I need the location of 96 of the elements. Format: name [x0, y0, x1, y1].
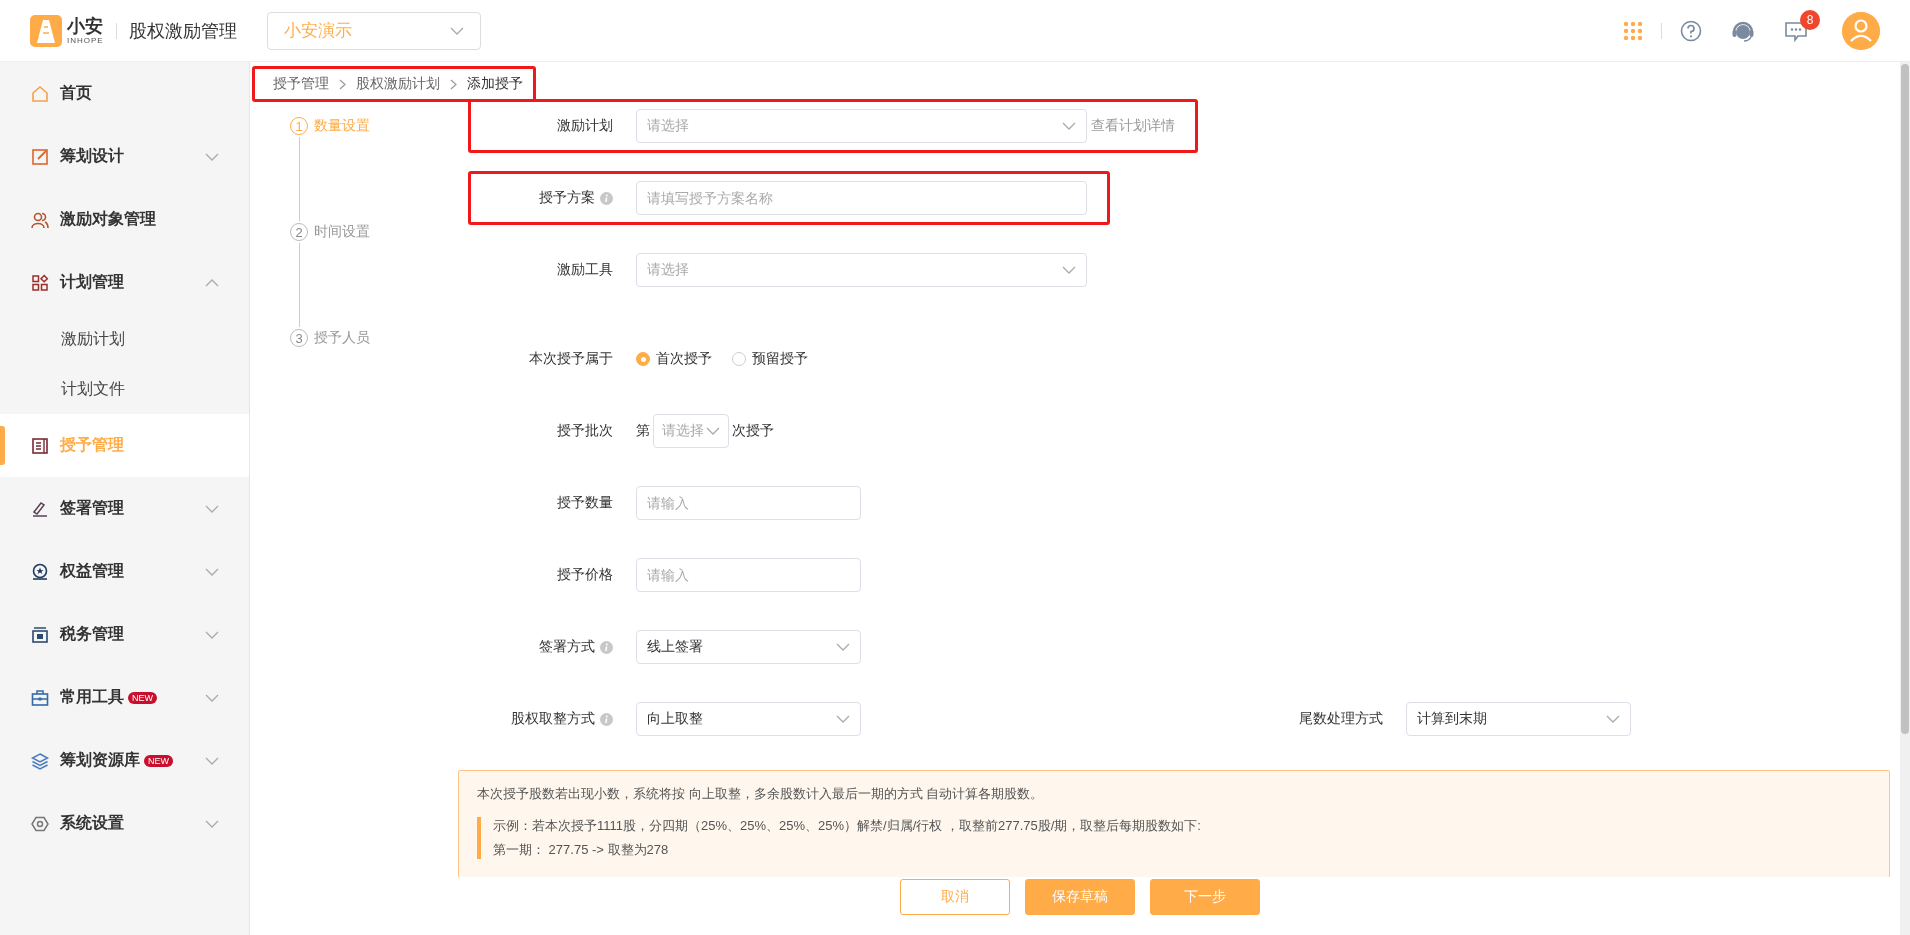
sidebar-label: 首页 [60, 83, 92, 103]
menu-icon [30, 561, 50, 582]
chevron-icon [205, 819, 219, 828]
scrollbar[interactable] [1900, 62, 1910, 935]
submenu-item[interactable]: 激励计划 [0, 314, 249, 364]
select-field[interactable]: 计算到末期 [1406, 702, 1631, 736]
field-label: 激励工具 [557, 261, 613, 279]
sidebar-label: 系统设置 [60, 813, 124, 833]
radio-option[interactable]: 首次授予 [636, 350, 712, 368]
example-text: 第一期： 277.75 -> 取整为278 [493, 841, 670, 859]
chevron-icon [205, 693, 219, 702]
menu-icon [30, 146, 50, 167]
chevron-icon [1606, 715, 1620, 723]
menu-icon [30, 750, 50, 771]
logo-text: 小安 [67, 16, 104, 36]
step-item: 1 数量设置 [290, 115, 480, 137]
sidebar-item[interactable]: 筹划设计 [0, 125, 249, 188]
radio-icon[interactable] [636, 352, 650, 366]
chevron-icon [449, 26, 464, 35]
avatar-icon[interactable] [1842, 11, 1880, 50]
sidebar-item[interactable]: 激励对象管理 [0, 188, 249, 251]
sidebar-label: 税务管理 [60, 624, 124, 644]
menu-icon [30, 624, 50, 645]
radio-icon[interactable] [732, 352, 746, 366]
new-badge: NEW [144, 754, 173, 767]
sidebar-label: 常用工具 [60, 687, 124, 707]
info-icon[interactable] [600, 640, 613, 654]
logo-icon [30, 14, 62, 47]
field-label: 股权取整方式 [511, 710, 595, 728]
chevron-icon [1062, 122, 1076, 130]
radio-label: 预留授予 [752, 350, 808, 368]
sidebar-label: 筹划资源库 [60, 750, 140, 770]
batch-suffix: 次授予 [732, 422, 774, 440]
chevron-icon [836, 643, 850, 651]
menu-icon [30, 435, 50, 456]
chevron-icon [205, 152, 219, 161]
chevron-icon [1062, 266, 1076, 274]
menu-icon [30, 272, 50, 293]
sidebar-item[interactable]: 签署管理 [0, 477, 249, 540]
sidebar-label: 签署管理 [60, 498, 124, 518]
chevron-icon [706, 427, 720, 435]
select-field[interactable]: 向上取整 [636, 702, 861, 736]
info-icon[interactable] [600, 712, 613, 726]
sidebar-label: 计划管理 [60, 272, 124, 292]
apps-grid-icon[interactable] [1623, 20, 1643, 41]
chevron-icon [205, 756, 219, 765]
menu-icon [30, 687, 50, 708]
chevron-icon [836, 715, 850, 723]
field-label: 授予价格 [557, 566, 613, 584]
field-label: 激励计划 [557, 117, 613, 135]
sidebar-item[interactable]: 筹划资源库 NEW [0, 729, 249, 792]
breadcrumb-separator-icon [450, 78, 457, 90]
select-field[interactable]: 线上签署 [636, 630, 861, 664]
chevron-icon [205, 567, 219, 576]
message-count-badge: 8 [1800, 9, 1820, 30]
sidebar-item[interactable]: 首页 [0, 62, 249, 125]
help-icon[interactable] [1680, 19, 1702, 42]
sidebar-label: 激励对象管理 [60, 209, 156, 229]
breadcrumb-item: 添加授予 [467, 75, 523, 93]
logo-subtext: INHOPE [67, 36, 104, 45]
step-item: 2 时间设置 [290, 221, 480, 243]
input-field[interactable]: 请填写授予方案名称 [636, 181, 1087, 215]
batch-prefix: 第 [636, 422, 650, 440]
breadcrumb-separator-icon [339, 78, 346, 90]
radio-option[interactable]: 预留授予 [732, 350, 808, 368]
field-label: 本次授予属于 [529, 350, 613, 368]
field-label: 授予方案 [539, 189, 595, 207]
message-icon[interactable] [1784, 19, 1808, 42]
step-item: 3 授予人员 [290, 327, 480, 349]
chevron-icon [205, 278, 219, 287]
chevron-icon [205, 504, 219, 513]
field-label: 尾数处理方式 [1299, 710, 1383, 728]
notice-text: 本次授予股数若出现小数，系统将按 向上取整，多余股数计入最后一期的方式 自动计算各期股数。 [477, 785, 1045, 803]
input-field[interactable]: 请输入 [636, 486, 861, 520]
sidebar-item[interactable]: 税务管理 [0, 603, 249, 666]
sidebar-item[interactable]: 权益管理 [0, 540, 249, 603]
submenu-item[interactable]: 计划文件 [0, 364, 249, 414]
input-field[interactable]: 请输入 [636, 558, 861, 592]
info-icon[interactable] [600, 191, 613, 205]
sidebar-item[interactable]: 计划管理 [0, 251, 249, 314]
example-text: 示例：若本次授予1111股，分四期（25%、25%、25%、25%）解禁/归属/行权 ，取整前277.75股/期，取整后每期股数如下: [493, 817, 1202, 835]
breadcrumb-item[interactable]: 授予管理 [273, 75, 329, 93]
sidebar-label: 权益管理 [60, 561, 124, 581]
new-badge: NEW [128, 691, 157, 704]
radio-label: 首次授予 [656, 350, 712, 368]
chevron-icon [205, 630, 219, 639]
sidebar-item[interactable]: 常用工具 NEW [0, 666, 249, 729]
sidebar-item[interactable]: 系统设置 [0, 792, 249, 855]
app-title: 股权激励管理 [128, 19, 237, 43]
field-label: 签署方式 [539, 638, 595, 656]
sidebar-label: 授予管理 [60, 435, 124, 455]
field-label: 授予数量 [557, 494, 613, 512]
field-label: 授予批次 [557, 422, 613, 440]
sidebar-label: 筹划设计 [60, 146, 124, 166]
breadcrumb-item[interactable]: 股权激励计划 [356, 75, 440, 93]
menu-icon [30, 83, 50, 104]
